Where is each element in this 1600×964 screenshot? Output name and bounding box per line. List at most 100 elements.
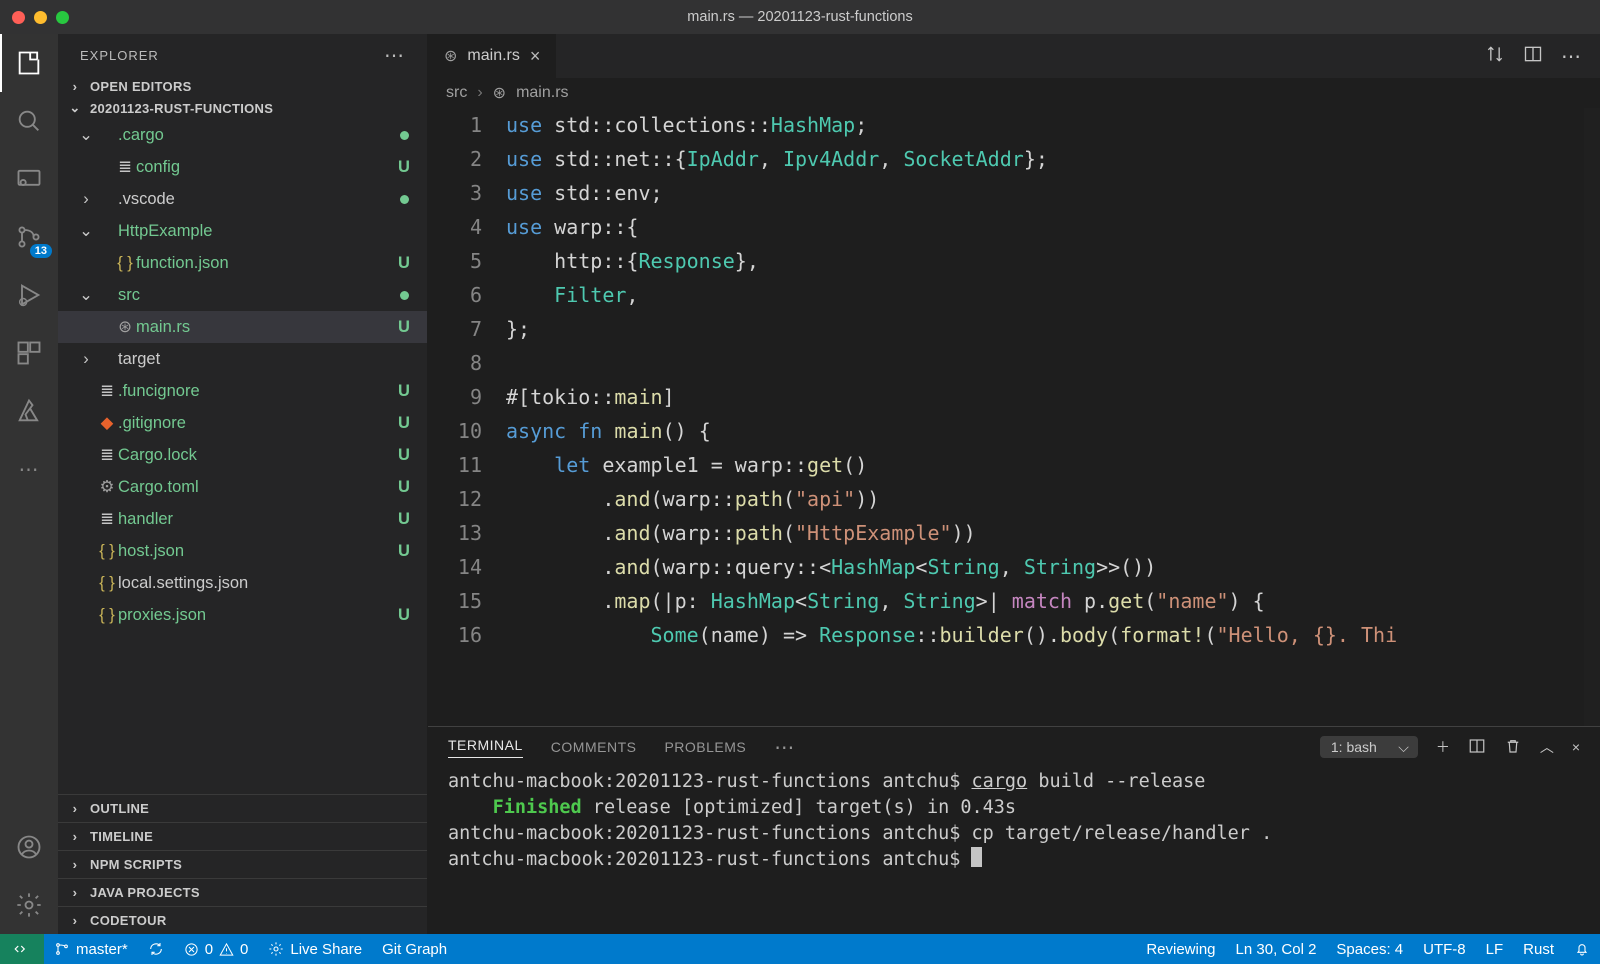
- tree-item[interactable]: ⌄HttpExample: [58, 215, 427, 247]
- tree-item[interactable]: ⌄src: [58, 279, 427, 311]
- split-editor-icon[interactable]: [1523, 44, 1543, 69]
- git-graph-status[interactable]: Git Graph: [372, 934, 457, 964]
- explorer-sidebar: EXPLORER ⋯ › OPEN EDITORS ⌄ 20201123-RUS…: [58, 34, 428, 934]
- terminal-selector[interactable]: 1: bash: [1320, 736, 1418, 758]
- chevron-down-icon: ⌄: [66, 100, 84, 116]
- tree-item[interactable]: { }host.jsonU: [58, 535, 427, 567]
- section-label: NPM SCRIPTS: [90, 857, 182, 872]
- tree-item[interactable]: ◆.gitignoreU: [58, 407, 427, 439]
- git-branch-status[interactable]: master*: [44, 934, 138, 964]
- minimize-window-button[interactable]: [34, 11, 47, 24]
- code-editor[interactable]: 12345678910111213141516 use std::collect…: [428, 108, 1600, 726]
- terminal[interactable]: antchu-macbook:20201123-rust-functions a…: [428, 767, 1600, 934]
- main-area: 13 ⋯ EXPLORER ⋯: [0, 34, 1600, 934]
- tree-item[interactable]: ≣.funcignoreU: [58, 375, 427, 407]
- split-terminal-icon[interactable]: [1468, 737, 1486, 758]
- section-label: JAVA PROJECTS: [90, 885, 200, 900]
- search-activity-icon[interactable]: [0, 92, 58, 150]
- branch-name: master*: [76, 941, 128, 958]
- chevron-right-icon: ›: [477, 84, 482, 102]
- window-title: main.rs — 20201123-rust-functions: [0, 9, 1600, 25]
- editor-tab-main-rs[interactable]: ⊛ main.rs ×: [428, 34, 557, 78]
- section-label: 20201123-RUST-FUNCTIONS: [90, 101, 273, 116]
- rust-file-icon: ⊛: [493, 83, 506, 103]
- remote-indicator[interactable]: [0, 934, 44, 964]
- language-status[interactable]: Rust: [1513, 941, 1564, 958]
- timeline-section[interactable]: ›TIMELINE: [58, 822, 427, 850]
- tree-item[interactable]: ≣handlerU: [58, 503, 427, 535]
- tab-bar: ⊛ main.rs × ⋯: [428, 34, 1600, 78]
- tree-item[interactable]: ›target: [58, 343, 427, 375]
- breadcrumb[interactable]: src › ⊛ main.rs: [428, 78, 1600, 108]
- status-bar: master* 0 0 Live Share Git Graph Reviewi…: [0, 934, 1600, 964]
- eol-status[interactable]: LF: [1476, 941, 1514, 958]
- breadcrumb-item[interactable]: src: [446, 84, 467, 102]
- open-editors-section[interactable]: › OPEN EDITORS: [58, 76, 427, 97]
- close-tab-icon[interactable]: ×: [530, 46, 541, 67]
- azure-activity-icon[interactable]: [0, 382, 58, 440]
- section-label: TIMELINE: [90, 829, 153, 844]
- outline-section[interactable]: ›OUTLINE: [58, 794, 427, 822]
- maximize-panel-icon[interactable]: ︿: [1540, 737, 1554, 757]
- new-terminal-icon[interactable]: ＋: [1436, 737, 1450, 757]
- sidebar-title: EXPLORER: [80, 48, 159, 63]
- zoom-window-button[interactable]: [56, 11, 69, 24]
- source-control-activity-icon[interactable]: 13: [0, 208, 58, 266]
- npm-section[interactable]: ›NPM SCRIPTS: [58, 850, 427, 878]
- close-window-button[interactable]: [12, 11, 25, 24]
- reviewing-status[interactable]: Reviewing: [1136, 941, 1225, 958]
- error-count: 0: [205, 941, 213, 958]
- sidebar-more-icon[interactable]: ⋯: [384, 43, 405, 68]
- chevron-right-icon: ›: [66, 79, 84, 94]
- tree-item[interactable]: { }function.jsonU: [58, 247, 427, 279]
- panel-tab-comments[interactable]: COMMENTS: [551, 739, 637, 755]
- tree-item[interactable]: ⚙Cargo.tomlU: [58, 471, 427, 503]
- project-section[interactable]: ⌄ 20201123-RUST-FUNCTIONS: [58, 97, 427, 119]
- indentation-status[interactable]: Spaces: 4: [1326, 941, 1413, 958]
- code-lines[interactable]: use std::collections::HashMap;use std::n…: [506, 108, 1600, 726]
- tree-item[interactable]: ≣configU: [58, 151, 427, 183]
- panel-tab-problems[interactable]: PROBLEMS: [664, 739, 746, 755]
- scm-badge: 13: [30, 244, 52, 258]
- extensions-activity-icon[interactable]: [0, 324, 58, 382]
- editor-area: ⊛ main.rs × ⋯ src › ⊛ main.rs 1234567891…: [428, 34, 1600, 934]
- tree-item[interactable]: { }proxies.jsonU: [58, 599, 427, 631]
- notifications-icon[interactable]: [1564, 941, 1600, 957]
- panel: TERMINAL COMMENTS PROBLEMS ⋯ 1: bash ＋ ︿…: [428, 726, 1600, 934]
- minimap[interactable]: [1584, 108, 1600, 726]
- panel-more-icon[interactable]: ⋯: [774, 735, 795, 760]
- problems-status[interactable]: 0 0: [174, 934, 259, 964]
- section-label: CODETOUR: [90, 913, 167, 928]
- tree-item[interactable]: { }local.settings.json: [58, 567, 427, 599]
- settings-gear-icon[interactable]: [0, 876, 58, 934]
- kill-terminal-icon[interactable]: [1504, 737, 1522, 758]
- panel-tab-terminal[interactable]: TERMINAL: [448, 737, 523, 758]
- tree-item[interactable]: ⊛main.rsU: [58, 311, 427, 343]
- sidebar-title-row: EXPLORER ⋯: [58, 34, 427, 76]
- sync-status[interactable]: [138, 934, 174, 964]
- tree-item[interactable]: ≣Cargo.lockU: [58, 439, 427, 471]
- editor-more-icon[interactable]: ⋯: [1561, 44, 1582, 69]
- more-activity-icon[interactable]: ⋯: [0, 440, 58, 498]
- explorer-activity-icon[interactable]: [0, 34, 58, 92]
- file-tree: ⌄.cargo≣configU›.vscode⌄HttpExample{ }fu…: [58, 119, 427, 794]
- activity-bar: 13 ⋯: [0, 34, 58, 934]
- run-debug-activity-icon[interactable]: [0, 266, 58, 324]
- line-gutter: 12345678910111213141516: [428, 108, 506, 726]
- java-section[interactable]: ›JAVA PROJECTS: [58, 878, 427, 906]
- accounts-icon[interactable]: [0, 818, 58, 876]
- encoding-status[interactable]: UTF-8: [1413, 941, 1476, 958]
- compare-changes-icon[interactable]: [1485, 44, 1505, 69]
- remote-explorer-activity-icon[interactable]: [0, 150, 58, 208]
- tab-label: main.rs: [467, 47, 519, 65]
- codetour-section[interactable]: ›CODETOUR: [58, 906, 427, 934]
- close-panel-icon[interactable]: ×: [1572, 739, 1580, 755]
- live-share-status[interactable]: Live Share: [258, 934, 372, 964]
- sidebar-bottom-sections: ›OUTLINE ›TIMELINE ›NPM SCRIPTS ›JAVA PR…: [58, 794, 427, 934]
- tree-item[interactable]: ⌄.cargo: [58, 119, 427, 151]
- live-share-label: Live Share: [290, 941, 362, 958]
- tree-item[interactable]: ›.vscode: [58, 183, 427, 215]
- cursor-position-status[interactable]: Ln 30, Col 2: [1226, 941, 1327, 958]
- section-label: OUTLINE: [90, 801, 149, 816]
- breadcrumb-item[interactable]: main.rs: [516, 84, 568, 102]
